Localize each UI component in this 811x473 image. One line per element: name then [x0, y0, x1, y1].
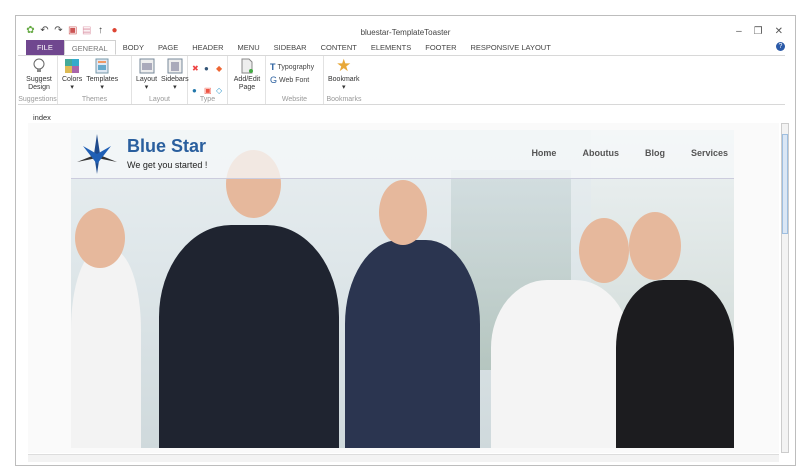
sidebars-icon [167, 58, 183, 74]
typography-button[interactable]: T Typography [270, 62, 314, 72]
design-canvas: Blue Star We get you started ! Home Abou… [28, 123, 779, 453]
minimize-button[interactable]: – [736, 26, 742, 37]
scrollbar-thumb[interactable] [782, 134, 788, 234]
site-brand[interactable]: Blue Star [127, 136, 206, 157]
ribbon-tabs: FILE GENERAL BODY PAGE HEADER MENU SIDEB… [26, 40, 795, 55]
photo-person [491, 280, 631, 448]
web-font-icon: G [270, 75, 278, 85]
group-layout: Layout ▾ Sidebars ▾ Layout [132, 56, 189, 104]
site-tagline: We get you started ! [127, 160, 208, 170]
ribbon: Suggest Design Suggestions Colors ▾ Templ… [18, 55, 785, 105]
photo-person [616, 280, 734, 448]
restore-button[interactable]: ❐ [754, 26, 763, 37]
window-title: bluestar-TemplateToaster [360, 28, 451, 37]
typography-icon: T [270, 62, 276, 72]
photo-head [629, 212, 681, 280]
photo-head [579, 218, 629, 283]
nav-aboutus[interactable]: Aboutus [582, 148, 619, 158]
layout-icon [139, 58, 155, 74]
nav-home[interactable]: Home [531, 148, 556, 158]
photo-person [159, 225, 339, 448]
vertical-scrollbar[interactable] [781, 123, 789, 453]
tab-body[interactable]: BODY [116, 40, 151, 55]
photo-head [379, 180, 427, 245]
help-icon[interactable]: ? [776, 42, 785, 51]
document-tab-index[interactable]: index [33, 113, 51, 122]
tab-general[interactable]: GENERAL [63, 40, 116, 55]
photo-head [75, 208, 125, 268]
colors-icon [65, 59, 80, 73]
photo-person [71, 250, 141, 448]
page-icon [241, 58, 253, 74]
horizontal-scrollbar[interactable] [28, 454, 779, 462]
nav-services[interactable]: Services [691, 148, 728, 158]
close-button[interactable]: ✕ [775, 26, 783, 37]
group-themes: Colors ▾ Templates ▾ Themes [58, 56, 132, 104]
site-header: Blue Star We get you started ! Home Abou… [71, 130, 734, 179]
magento-icon[interactable]: ◆ [216, 64, 225, 83]
group-type: ✖ ● ◆ ● ▣ ◇ Type [188, 56, 228, 104]
tab-page[interactable]: PAGE [151, 40, 185, 55]
app-window: ✿ ↶ ↷ ▣ ▤ ↑ ● bluestar-TemplateToaster –… [15, 15, 796, 466]
add-edit-page-button[interactable]: Add/Edit Page [232, 58, 262, 104]
star-icon: ★ [336, 56, 352, 75]
web-font-button[interactable]: G Web Font [270, 75, 314, 85]
blue-star-logo [77, 134, 117, 174]
tab-elements[interactable]: ELEMENTS [364, 40, 418, 55]
joomla-icon[interactable]: ✖ [192, 64, 201, 83]
tab-menu[interactable]: MENU [231, 40, 267, 55]
tab-file[interactable]: FILE [26, 40, 64, 55]
site-nav: Home Aboutus Blog Services [531, 148, 728, 158]
group-suggestions: Suggest Design Suggestions [18, 56, 58, 104]
tab-header[interactable]: HEADER [185, 40, 230, 55]
templates-icon [95, 58, 109, 74]
tab-footer[interactable]: FOOTER [418, 40, 463, 55]
wordpress-icon[interactable]: ● [204, 64, 213, 83]
tab-responsive-layout[interactable]: RESPONSIVE LAYOUT [464, 40, 558, 55]
website-preview: Blue Star We get you started ! Home Abou… [71, 130, 734, 448]
nav-blog[interactable]: Blog [645, 148, 665, 158]
tab-content[interactable]: CONTENT [314, 40, 364, 55]
tab-sidebar[interactable]: SIDEBAR [267, 40, 314, 55]
photo-person [345, 240, 480, 448]
lightbulb-icon [33, 58, 45, 72]
group-website: T Typography G Web Font Website [266, 56, 324, 104]
group-page: Add/Edit Page [228, 56, 266, 104]
group-bookmarks: ★ Bookmark ▾ Bookmarks [326, 56, 362, 103]
